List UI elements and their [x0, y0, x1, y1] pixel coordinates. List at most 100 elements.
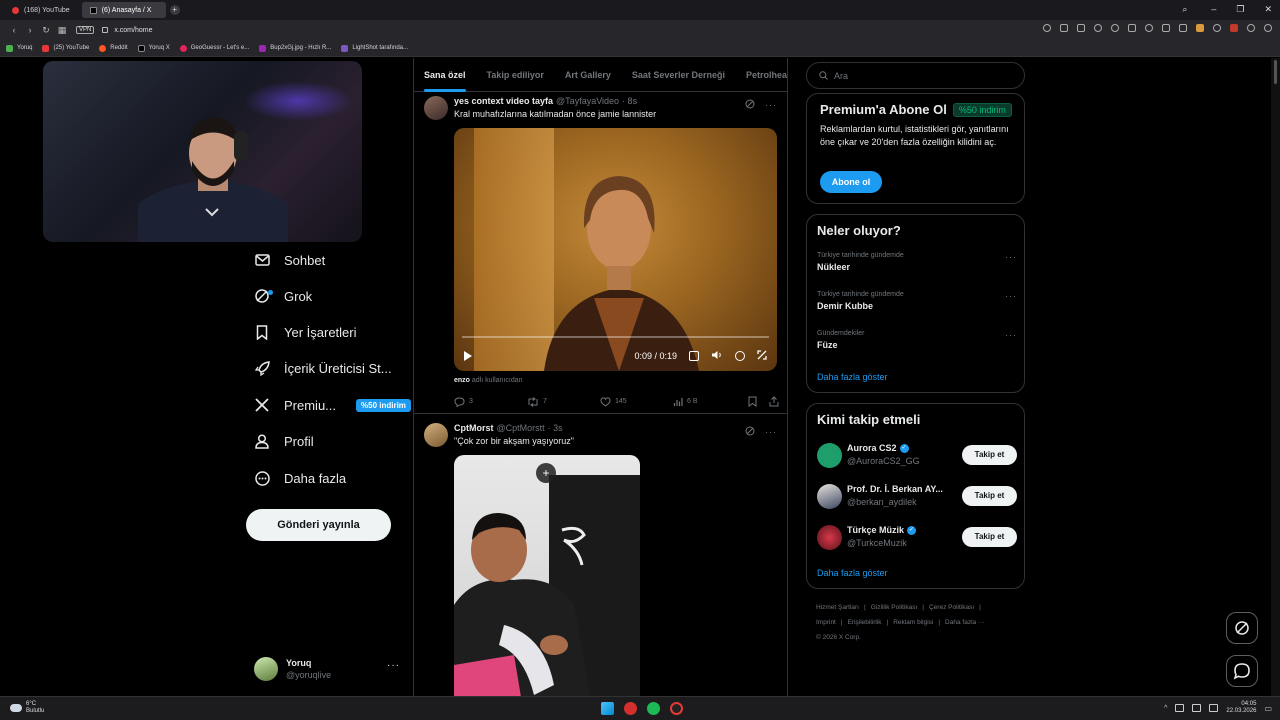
extension-red-icon[interactable]: [1230, 24, 1238, 32]
trend-item[interactable]: Türkiye tarihinde gündemde Nükleer ···: [817, 252, 1017, 272]
reload-icon[interactable]: ↻: [38, 25, 54, 36]
weather-widget[interactable]: 6°C Bulutlu: [10, 701, 44, 715]
tweet-time[interactable]: · 8s: [622, 96, 637, 106]
heart-icon[interactable]: [1145, 24, 1153, 32]
follow-suggestion[interactable]: Prof. Dr. İ. Berkan AY... @berkan_aydile…: [817, 482, 1017, 510]
tweet-time[interactable]: · 3s: [548, 423, 563, 433]
nav-more[interactable]: Daha fazla: [254, 466, 346, 490]
wallet-icon[interactable]: [1247, 24, 1255, 32]
url-field[interactable]: x.com/home: [114, 27, 152, 34]
speed-dial-icon[interactable]: ▦: [54, 25, 70, 36]
menu-icon[interactable]: [1179, 24, 1187, 32]
zoom-icon[interactable]: [1043, 24, 1051, 32]
more-icon[interactable]: ···: [765, 427, 777, 437]
tab-search-icon[interactable]: ⌕: [1182, 4, 1187, 15]
tab-petrolhead[interactable]: Petrolhea: [746, 58, 787, 92]
grok-icon[interactable]: [745, 423, 755, 441]
show-more-link[interactable]: Daha fazla göster: [817, 372, 888, 382]
settings-icon[interactable]: [1111, 24, 1119, 32]
search-box[interactable]: [806, 62, 1025, 89]
scrollbar-thumb[interactable]: [1274, 60, 1277, 84]
footer-link[interactable]: Reklam bilgisi: [893, 619, 933, 626]
display-icon[interactable]: [1175, 704, 1185, 712]
footer-link[interactable]: Daha fazla ···: [945, 619, 984, 626]
notification-icon[interactable]: ▭: [1264, 704, 1272, 713]
author-handle[interactable]: @TayfayaVideo: [556, 96, 619, 106]
nav-bookmarks[interactable]: Yer İşaretleri: [254, 320, 357, 344]
more-icon[interactable]: ···: [1005, 252, 1017, 262]
follow-button[interactable]: Takip et: [962, 445, 1017, 465]
lock-icon[interactable]: [102, 27, 109, 33]
bookmark-item[interactable]: Yoruq X: [137, 44, 170, 52]
puzzle-icon[interactable]: [1213, 24, 1221, 32]
tab-for-you[interactable]: Sana özel: [424, 58, 466, 92]
post-button[interactable]: Gönderi yayınla: [246, 509, 391, 541]
captions-icon[interactable]: [689, 351, 699, 361]
ai-icon[interactable]: [1264, 24, 1272, 32]
nav-profile[interactable]: Profil: [254, 429, 314, 453]
nav-creator-studio[interactable]: İçerik Üreticisi St...: [254, 356, 392, 380]
maximize-icon[interactable]: ❐: [1236, 4, 1244, 15]
messages-button[interactable]: [1226, 655, 1258, 687]
spotify-icon[interactable]: [647, 702, 660, 715]
tweet[interactable]: CptMorst @CptMorstt · 3s ··· "Çok zor bi…: [414, 423, 787, 696]
account-switcher[interactable]: Yoruq @yoruqlive ···: [254, 654, 404, 684]
search-input[interactable]: [834, 70, 1004, 81]
tweet[interactable]: yes context video tayfa @TayfayaVideo · …: [414, 96, 787, 416]
bookmark-item[interactable]: Yoruq: [6, 44, 32, 52]
avatar[interactable]: [817, 443, 842, 468]
subscribe-button[interactable]: Abone ol: [820, 171, 882, 193]
author-handle[interactable]: @CptMorstt: [497, 423, 545, 433]
player-icon[interactable]: [1128, 24, 1136, 32]
follow-button[interactable]: Takip et: [962, 527, 1017, 547]
tab-watch-lovers[interactable]: Saat Severler Derneği: [632, 58, 725, 92]
bookmark-item[interactable]: Reddit: [99, 44, 128, 52]
reply-button[interactable]: 3: [454, 396, 527, 407]
follow-suggestion[interactable]: Aurora CS2 ✓ @AuroraCS2_GG Takip et: [817, 441, 1017, 469]
minimize-icon[interactable]: –: [1211, 4, 1216, 15]
video-progress[interactable]: [462, 336, 769, 338]
extension-icon[interactable]: [1196, 24, 1204, 32]
tab-following[interactable]: Takip ediliyor: [487, 58, 544, 92]
source-user[interactable]: enzo: [454, 377, 470, 384]
settings-icon[interactable]: [735, 351, 745, 361]
tweet-video[interactable]: +: [454, 455, 640, 696]
vpn-badge[interactable]: VPN: [76, 26, 95, 34]
trend-item[interactable]: Türkiye tarihinde gündemde Demir Kubbe ·…: [817, 291, 1017, 311]
close-icon[interactable]: ✕: [1264, 4, 1272, 15]
more-icon[interactable]: ···: [1005, 291, 1017, 301]
grok-icon[interactable]: [745, 96, 755, 114]
grok-button[interactable]: [1226, 612, 1258, 644]
history-icon[interactable]: [1094, 24, 1102, 32]
footer-link[interactable]: Hizmet Şartları: [816, 604, 859, 611]
add-icon[interactable]: +: [536, 463, 556, 483]
trend-item[interactable]: Gündemdekiler Füze ···: [817, 330, 1017, 350]
play-icon[interactable]: [464, 351, 472, 361]
share-icon[interactable]: [769, 396, 779, 407]
footer-link[interactable]: Gizlilik Politikası: [871, 604, 918, 611]
clock[interactable]: 04:05 22.03.2026: [1226, 701, 1256, 715]
bookmark-item[interactable]: (25) YouTube: [42, 44, 89, 52]
scrollbar[interactable]: [1271, 58, 1280, 696]
more-icon[interactable]: ···: [1005, 330, 1017, 340]
tab-x-home[interactable]: (6) Anasayfa / X: [81, 2, 166, 18]
bookmark-item[interactable]: LightShot tarafında...: [341, 44, 408, 52]
more-icon[interactable]: ···: [765, 100, 777, 110]
share-icon[interactable]: [1060, 24, 1068, 32]
avatar[interactable]: [817, 525, 842, 550]
opera-gx-icon[interactable]: [670, 702, 683, 715]
tab-art-gallery[interactable]: Art Gallery: [565, 58, 611, 92]
more-icon[interactable]: ···: [387, 660, 400, 671]
bookmark-item[interactable]: GeoGuessr - Let's e...: [179, 44, 249, 52]
follow-button[interactable]: Takip et: [962, 486, 1017, 506]
windows-start-icon[interactable]: [601, 702, 614, 715]
footer-link[interactable]: Imprint: [816, 619, 836, 626]
bookmark-icon[interactable]: [748, 396, 757, 407]
forward-icon[interactable]: ›: [22, 25, 38, 35]
snapshot-icon[interactable]: [1077, 24, 1085, 32]
repost-button[interactable]: 7: [527, 396, 600, 407]
volume-icon[interactable]: [711, 347, 723, 365]
fullscreen-icon[interactable]: [757, 347, 767, 365]
like-button[interactable]: 145: [600, 396, 673, 407]
back-icon[interactable]: ‹: [6, 25, 22, 35]
